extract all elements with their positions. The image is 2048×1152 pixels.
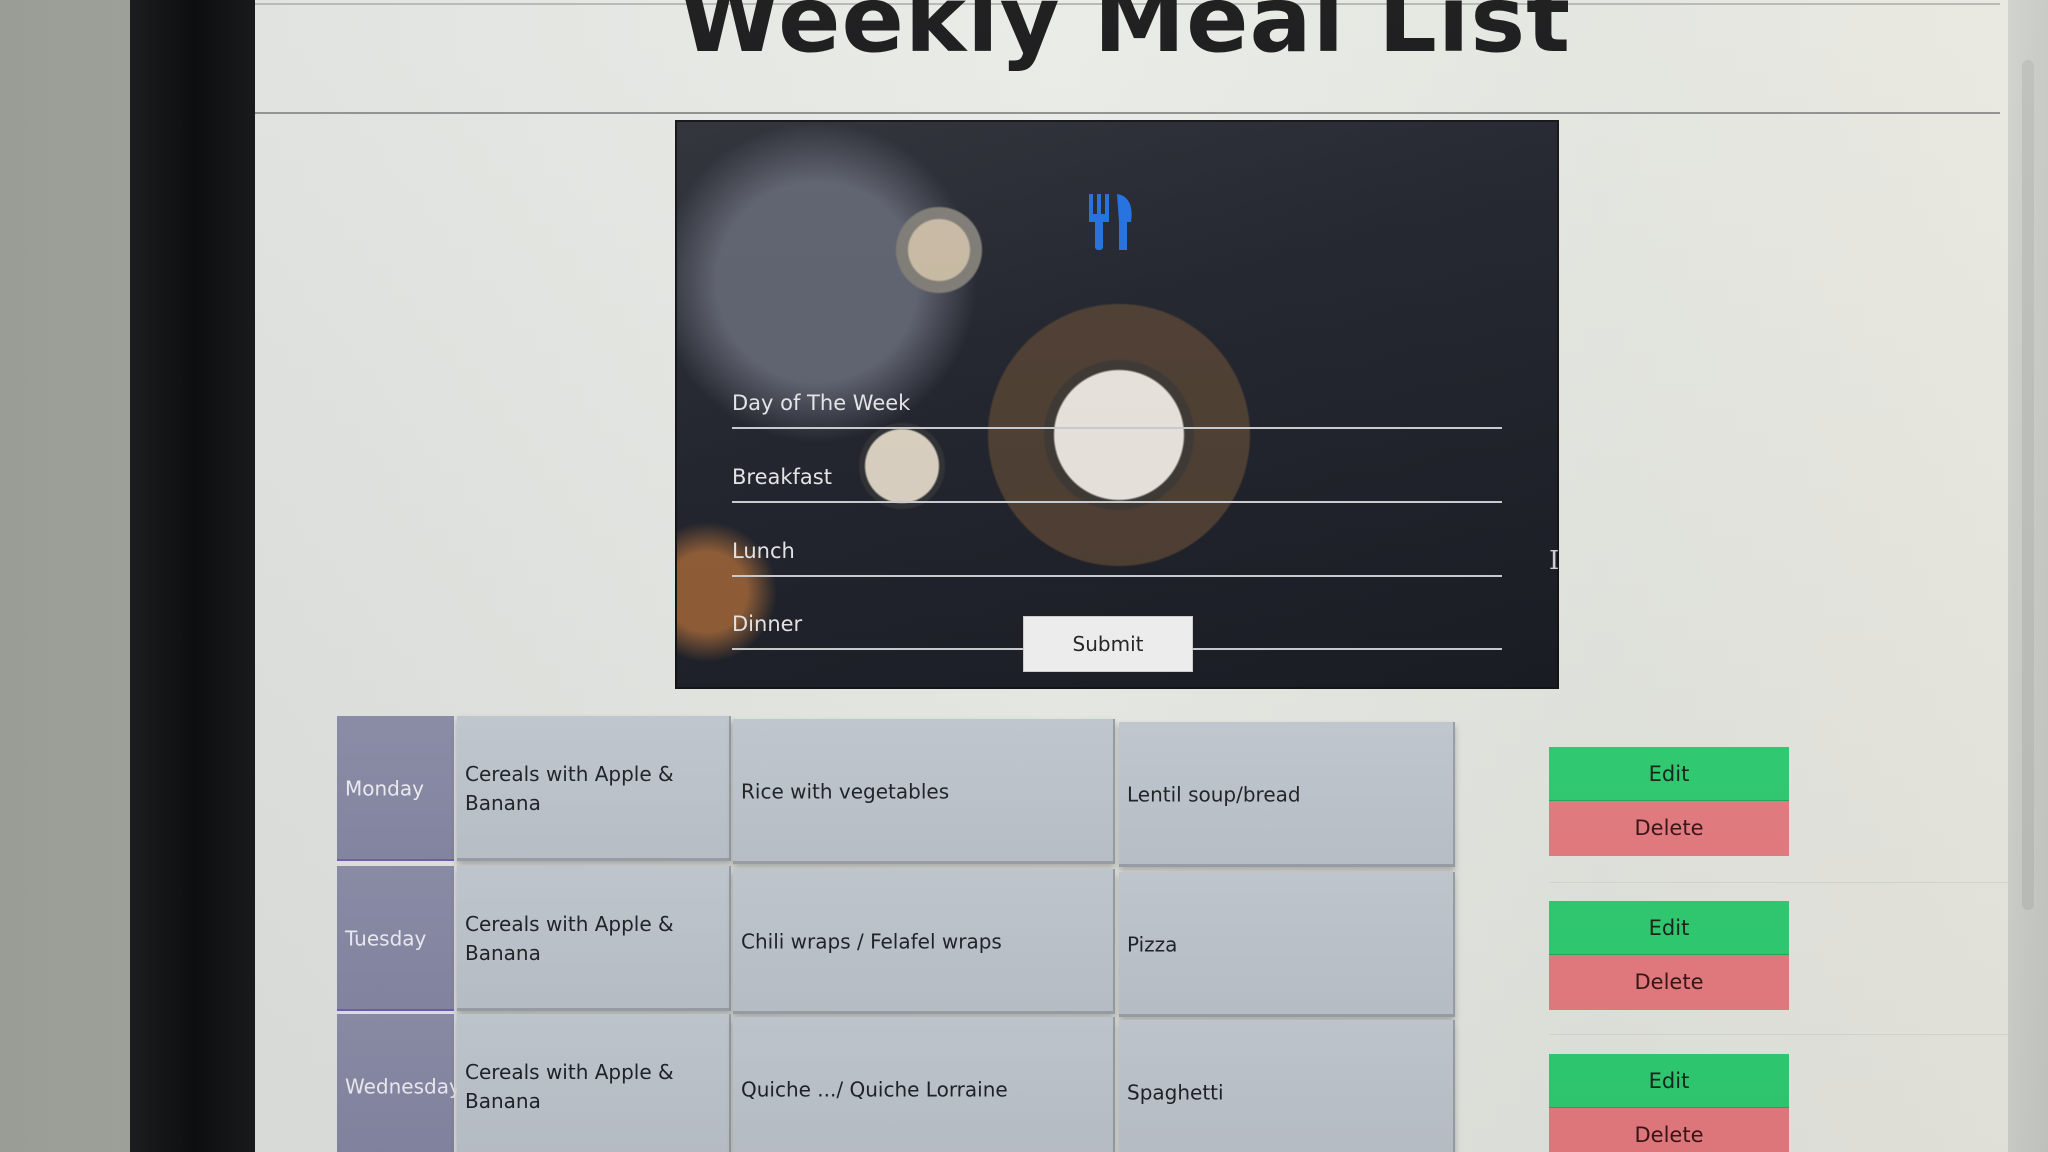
- breakfast-text: Cereals with Apple & Banana: [465, 761, 674, 815]
- dinner-placeholder: Dinner: [732, 612, 803, 636]
- delete-button[interactable]: Delete: [1549, 801, 1789, 856]
- app-window: Weekly Meal List Day of The Week Breakfa…: [255, 0, 2048, 1152]
- edit-button[interactable]: Edit: [1549, 1054, 1789, 1108]
- lunch-cell: Quiche .../ Quiche Lorraine: [733, 1017, 1115, 1152]
- edit-button[interactable]: Edit: [1549, 901, 1789, 955]
- breakfast-field[interactable]: Breakfast: [732, 446, 1502, 503]
- lunch-text: Quiche .../ Quiche Lorraine: [741, 1077, 1008, 1101]
- row-divider: [1549, 1034, 2029, 1035]
- vertical-scrollbar[interactable]: [2022, 60, 2034, 910]
- row-actions: Edit Delete: [1549, 747, 1789, 856]
- breakfast-placeholder: Breakfast: [732, 465, 832, 489]
- day-of-week-field[interactable]: Day of The Week: [732, 372, 1502, 429]
- lunch-field[interactable]: Lunch: [732, 520, 1502, 577]
- row-divider: [1549, 882, 2029, 883]
- row-actions: Edit Delete: [1549, 1054, 1789, 1152]
- dinner-cell: Pizza: [1119, 872, 1455, 1017]
- table-row: Tuesday Cereals with Apple & Banana Chil…: [337, 866, 1457, 1017]
- header-divider: [255, 112, 2000, 114]
- breakfast-text: Cereals with Apple & Banana: [465, 1059, 674, 1113]
- day-of-week-placeholder: Day of The Week: [732, 391, 911, 415]
- row-actions: Edit Delete: [1549, 901, 1789, 1010]
- day-cell: Tuesday: [337, 866, 454, 1011]
- table-row: Monday Cereals with Apple & Banana Rice …: [337, 716, 1457, 867]
- delete-button[interactable]: Delete: [1549, 955, 1789, 1010]
- day-label: Tuesday: [345, 926, 427, 950]
- lunch-placeholder: Lunch: [732, 539, 795, 563]
- dinner-cell: Lentil soup/bread: [1119, 722, 1455, 867]
- day-label: Wednesday: [345, 1074, 461, 1098]
- monitor-bezel: [130, 0, 260, 1152]
- delete-button[interactable]: Delete: [1549, 1108, 1789, 1152]
- table-row: Wednesday Cereals with Apple & Banana Qu…: [337, 1014, 1457, 1152]
- dinner-text: Lentil soup/bread: [1127, 782, 1301, 806]
- dinner-text: Pizza: [1127, 932, 1178, 956]
- lunch-cell: Chili wraps / Felafel wraps: [733, 869, 1115, 1014]
- edit-button[interactable]: Edit: [1549, 747, 1789, 801]
- page-title: Weekly Meal List: [678, 0, 1572, 73]
- day-cell: Wednesday: [337, 1014, 461, 1152]
- day-label: Monday: [345, 776, 424, 800]
- breakfast-cell: Cereals with Apple & Banana: [457, 1014, 731, 1152]
- text-cursor-icon: I: [1549, 546, 1560, 576]
- lunch-text: Rice with vegetables: [741, 779, 950, 803]
- breakfast-text: Cereals with Apple & Banana: [465, 911, 674, 965]
- utensils-icon: [1089, 194, 1132, 250]
- breakfast-cell: Cereals with Apple & Banana: [457, 716, 731, 861]
- breakfast-cell: Cereals with Apple & Banana: [457, 866, 731, 1011]
- dinner-cell: Spaghetti: [1119, 1020, 1455, 1152]
- lunch-text: Chili wraps / Felafel wraps: [741, 929, 1002, 953]
- lunch-cell: Rice with vegetables: [733, 719, 1115, 864]
- dinner-text: Spaghetti: [1127, 1080, 1224, 1104]
- meal-form: Day of The Week Breakfast Lunch Dinner I…: [677, 122, 1560, 687]
- day-cell: Monday: [337, 716, 454, 861]
- submit-button[interactable]: Submit: [1023, 616, 1193, 672]
